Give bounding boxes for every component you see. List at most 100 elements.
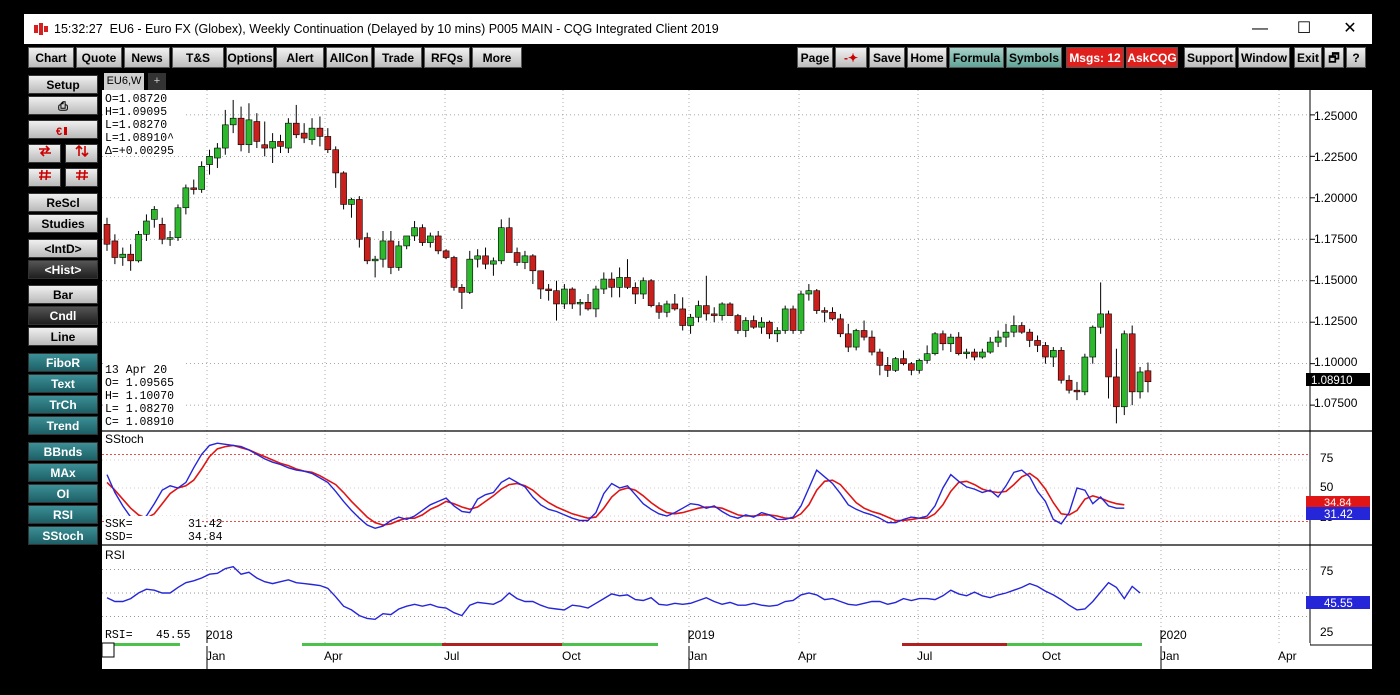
toolbar-news-button[interactable]: News — [124, 47, 170, 68]
svg-text:€: € — [56, 126, 62, 137]
link-arrows-icon — [38, 145, 51, 157]
grid-right-button[interactable] — [65, 168, 98, 187]
toolbar-restore-button[interactable]: 🗗 — [1324, 47, 1344, 68]
toolbar-symbols-button[interactable]: Symbols — [1006, 47, 1062, 68]
price-tick: 1.22500 — [1314, 150, 1358, 164]
candle-body — [1034, 340, 1041, 346]
line-type-button[interactable]: Line — [28, 327, 98, 346]
candle-body — [292, 122, 300, 136]
rsi-line — [106, 565, 1141, 621]
candle-body — [829, 311, 836, 320]
text-tool-button[interactable]: Text — [28, 374, 98, 393]
toolbar-trade-button[interactable]: Trade — [374, 47, 422, 68]
candle-type-button[interactable]: Cndl — [28, 306, 98, 325]
toolbar-formula-button[interactable]: Formula — [949, 47, 1004, 68]
maximize-button[interactable]: ☐ — [1282, 16, 1326, 42]
candle-body — [592, 288, 600, 310]
candle-body — [624, 277, 631, 288]
candle-body — [324, 136, 332, 151]
candle-body — [214, 147, 221, 159]
toolbar-quote-button[interactable]: Quote — [76, 47, 122, 68]
candle-body — [1097, 313, 1104, 328]
toolbar-options-button[interactable]: Options — [226, 47, 274, 68]
candle-body — [947, 336, 955, 345]
toolbar-alert-button[interactable]: Alert — [276, 47, 324, 68]
candle-body — [111, 240, 119, 258]
candle-body — [497, 227, 505, 262]
sstoch-panel-labels: SStoch SSK= 31.42 SSD= 34.84 75 50 25 34… — [104, 432, 1370, 544]
rescale-button[interactable]: ReScl — [28, 193, 98, 212]
trch-button[interactable]: TrCh — [28, 395, 98, 414]
window-title-text: EU6 - Euro FX (Globex), Weekly Continuat… — [109, 22, 719, 36]
chart-area: EU6,W + O=1.08720 H=1.09095 L=1.08270 L=… — [102, 72, 1372, 669]
trend-button[interactable]: Trend — [28, 416, 98, 435]
candle-body — [584, 301, 592, 310]
toolbar-page-button[interactable]: Page — [797, 47, 833, 68]
tab-eu6-weekly[interactable]: EU6,W — [104, 73, 144, 90]
bar-close: C= 1.08910 — [105, 416, 174, 429]
toolbar-chart-button[interactable]: Chart — [28, 47, 74, 68]
bar-open: O= 1.09565 — [105, 377, 174, 390]
intraday-button[interactable]: <IntD> — [28, 239, 98, 258]
historical-button[interactable]: <Hist> — [28, 260, 98, 279]
toolbar-arrow-button[interactable]: -✦ — [835, 47, 867, 68]
add-tab-button[interactable]: + — [148, 73, 166, 90]
toolbar-save-button[interactable]: Save — [869, 47, 905, 68]
toolbar-window-button[interactable]: Window — [1238, 47, 1290, 68]
candle-body — [758, 321, 765, 328]
candle-body — [1050, 350, 1057, 358]
indicator-layer — [106, 442, 1141, 621]
toolbar-ts-button[interactable]: T&S — [172, 47, 224, 68]
close-button[interactable]: ✕ — [1328, 16, 1372, 42]
candle-body — [679, 308, 686, 326]
link-vertical-button[interactable] — [65, 144, 98, 163]
candle-body — [789, 308, 797, 331]
rsi-study-button[interactable]: RSI — [28, 505, 98, 524]
bbands-button[interactable]: BBnds — [28, 442, 98, 461]
toolbar-rfqs-button[interactable]: RFQs — [424, 47, 470, 68]
chart-tab-strip: EU6,W + — [102, 72, 1372, 90]
month-label: Jul — [917, 649, 932, 663]
candle-body — [632, 287, 639, 295]
print-button[interactable]: ⎙ — [28, 96, 98, 115]
euro-symbol-button[interactable]: € — [28, 120, 98, 139]
candle-body — [860, 330, 868, 338]
studies-button[interactable]: Studies — [28, 214, 98, 233]
max-button[interactable]: MAx — [28, 463, 98, 482]
candle-body — [253, 121, 261, 142]
oi-button[interactable]: OI — [28, 484, 98, 503]
minimize-button[interactable]: — — [1238, 16, 1282, 42]
link-horizontal-button[interactable] — [28, 144, 61, 163]
candle-body — [261, 144, 269, 149]
toolbar-allcon-button[interactable]: AllCon — [326, 47, 372, 68]
app-window: 15:32:27 EU6 - Euro FX (Globex), Weekly … — [24, 14, 1372, 669]
candle-body — [1065, 379, 1073, 391]
candle-body — [166, 237, 174, 240]
candle-body — [371, 258, 379, 262]
month-label: Apr — [324, 649, 343, 663]
toolbar-home-button[interactable]: Home — [907, 47, 947, 68]
candle-body — [356, 199, 363, 240]
toolbar-support-button[interactable]: Support — [1184, 47, 1236, 68]
sstoch-study-button[interactable]: SStoch — [28, 526, 98, 545]
candle-body — [774, 330, 781, 335]
price-tick: 1.20000 — [1314, 191, 1358, 205]
toolbar-exit-button[interactable]: Exit — [1294, 47, 1322, 68]
candle-body — [300, 132, 308, 139]
toolbar-msgs-button[interactable]: Msgs: 12 — [1066, 47, 1124, 68]
candle-body — [931, 333, 939, 355]
candle-body — [458, 287, 466, 293]
fibor-button[interactable]: FiboR — [28, 353, 98, 372]
bar-type-button[interactable]: Bar — [28, 285, 98, 304]
toolbar-askcqg-button[interactable]: AskCQG — [1126, 47, 1178, 68]
candle-body — [837, 318, 844, 335]
toolbar-more-button[interactable]: More — [472, 47, 522, 68]
toolbar-help-button[interactable]: ? — [1346, 47, 1366, 68]
setup-button[interactable]: Setup — [28, 75, 98, 94]
candlestick-chart[interactable]: O=1.08720 H=1.09095 L=1.08270 L=1.08910^… — [102, 90, 1372, 669]
candle-body — [797, 293, 805, 331]
ssk-line — [106, 442, 1125, 530]
grid-left-button[interactable] — [28, 168, 61, 187]
candle-body — [490, 260, 497, 265]
candle-body — [245, 119, 253, 146]
